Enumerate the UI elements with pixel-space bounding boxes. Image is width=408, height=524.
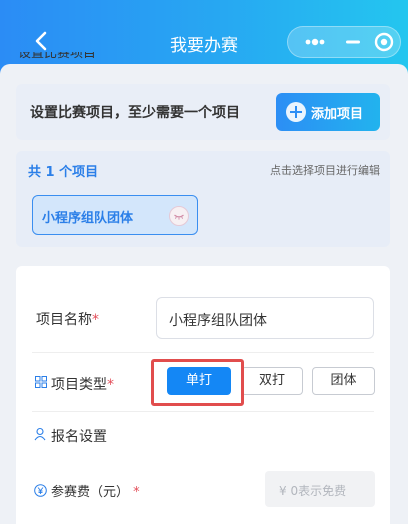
eye-closed-icon[interactable] — [169, 206, 189, 226]
project-chip[interactable]: 小程序组队团体 — [32, 195, 198, 235]
project-edit-tip: 点击选择项目进行编辑 — [270, 164, 380, 177]
plus-circle-icon — [286, 102, 306, 122]
signup-settings-label: 报名设置 — [51, 429, 107, 445]
minimize-icon[interactable] — [338, 27, 368, 57]
project-count: 共 1 个项目 — [28, 165, 99, 180]
project-type-label: 项目类型* — [51, 377, 114, 393]
type-option-team[interactable]: 团体 — [312, 367, 375, 395]
section-heading-peek: 设置比赛项目 — [18, 52, 97, 61]
entry-fee-placeholder: ¥ 0表示免费 — [279, 484, 347, 498]
type-option-doubles[interactable]: 双打 — [241, 367, 303, 395]
add-project-button[interactable]: 添加项目 — [276, 93, 380, 131]
entry-fee-label: 参赛费（元） * — [51, 485, 140, 500]
project-chip-label: 小程序组队团体 — [42, 211, 134, 226]
mini-program-capsule — [287, 26, 401, 58]
divider — [32, 411, 374, 412]
project-name-label: 项目名称* — [36, 312, 99, 328]
yen-icon — [34, 484, 47, 497]
grid-icon — [35, 376, 47, 388]
selection-highlight-box — [151, 359, 244, 406]
entry-fee-input[interactable]: ¥ 0表示免费 — [265, 471, 375, 507]
project-name-input[interactable]: 小程序组队团体 — [156, 297, 374, 339]
divider — [32, 352, 374, 353]
add-project-label: 添加项目 — [311, 107, 364, 122]
more-dots-icon[interactable] — [300, 27, 330, 57]
add-project-hint: 设置比赛项目，至少需要一个项目 — [30, 105, 240, 121]
home-target-icon[interactable] — [368, 27, 400, 57]
user-settings-icon — [34, 427, 46, 441]
project-name-value: 小程序组队团体 — [169, 313, 267, 329]
